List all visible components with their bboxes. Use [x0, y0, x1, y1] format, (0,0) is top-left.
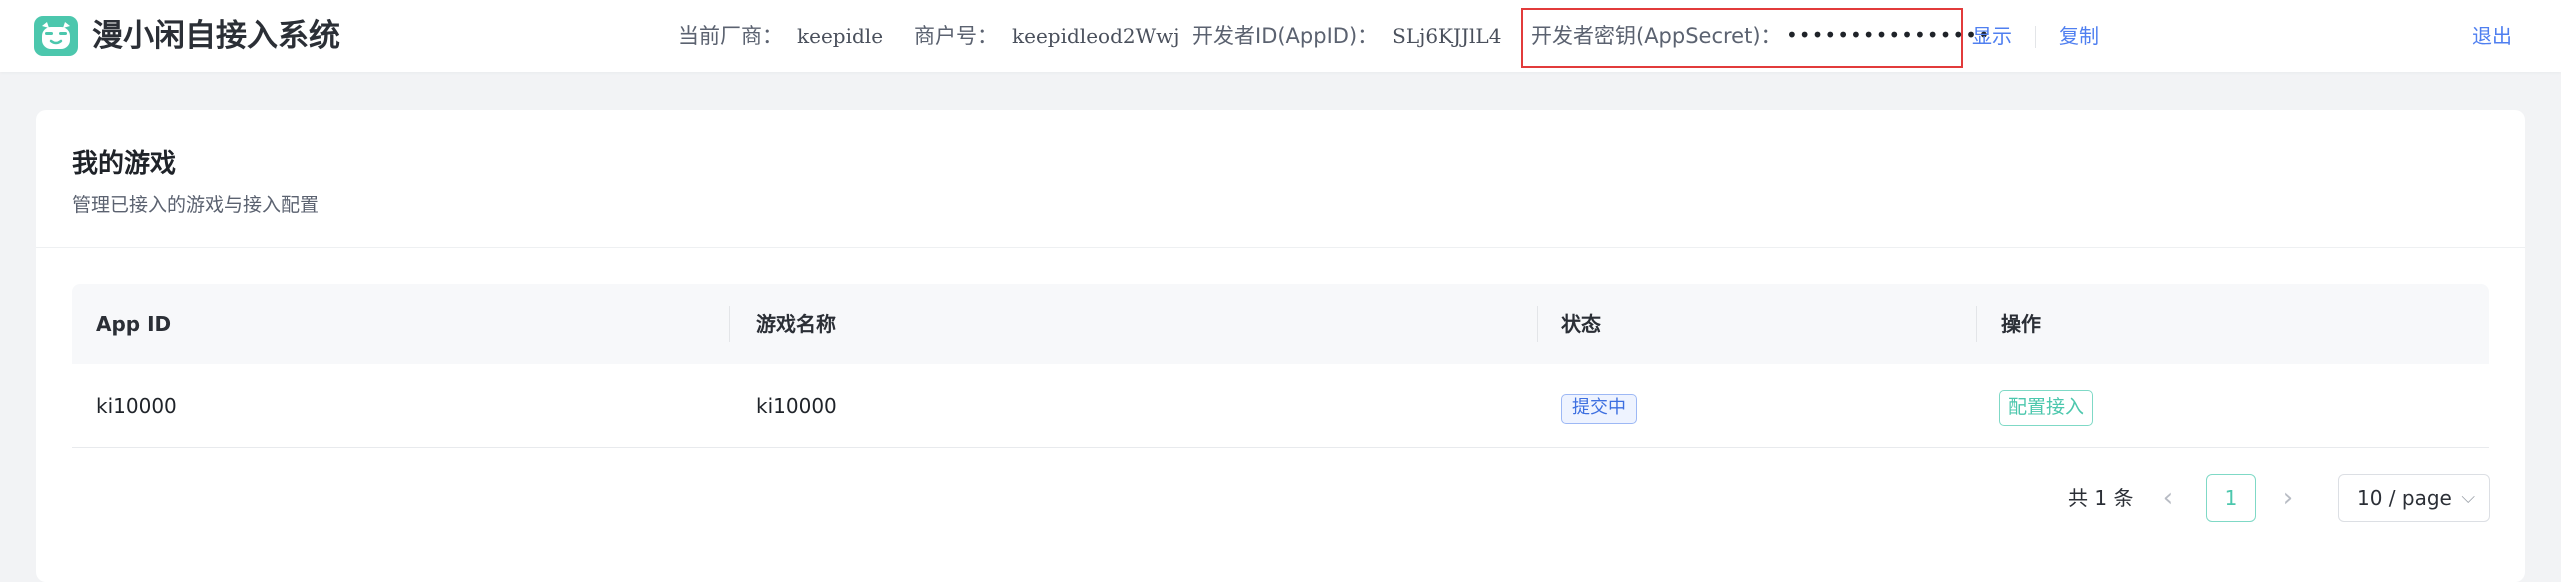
- app-title: 漫小闲自接入系统: [92, 18, 340, 54]
- merchant-info: 商户号： keepidleod2Wwj: [914, 18, 1179, 54]
- chevron-left-icon[interactable]: ‹: [2148, 478, 2188, 518]
- secret-label: 开发者密钥(AppSecret)：: [1531, 24, 1782, 48]
- merchant-value: keepidleod2Wwj: [1012, 24, 1180, 48]
- show-secret-button[interactable]: 显示: [1972, 18, 2012, 54]
- configure-access-button[interactable]: 配置接入: [1999, 390, 2094, 426]
- merchant-label: 商户号：: [914, 24, 998, 48]
- column-header-app-id: App ID: [96, 312, 172, 336]
- page-size-select[interactable]: 10 / page ⌵: [2338, 474, 2490, 522]
- chevron-down-icon: ⌵: [2461, 487, 2475, 508]
- vendor-value: keepidle: [797, 24, 884, 48]
- games-table: App ID 游戏名称 状态 操作 ki10000 ki10000 提交中 配置…: [72, 284, 2489, 448]
- column-header-game-name: 游戏名称: [756, 312, 836, 336]
- status-badge: 提交中: [1561, 394, 1637, 424]
- column-separator: [1537, 306, 1538, 342]
- secret-value: ••••••••••••••••: [1786, 23, 1991, 47]
- mascot-logo-icon: [34, 16, 78, 56]
- copy-secret-button[interactable]: 复制: [2059, 18, 2099, 54]
- vendor-info: 当前厂商： keepidle: [678, 18, 883, 54]
- vendor-label: 当前厂商：: [678, 24, 783, 48]
- cell-game-name: ki10000: [756, 394, 837, 418]
- column-header-status: 状态: [1561, 312, 1601, 336]
- appid-info: 开发者ID(AppID)： SLj6KJJlL4: [1192, 18, 1501, 54]
- column-separator: [1976, 306, 1977, 342]
- pagination-total: 共 1 条: [2068, 486, 2134, 510]
- appid-value: SLj6KJJlL4: [1392, 24, 1502, 48]
- logout-button[interactable]: 退出: [2472, 18, 2512, 54]
- page-title: 我的游戏: [72, 149, 177, 179]
- page-subtitle: 管理已接入的游戏与接入配置: [72, 194, 320, 216]
- page-size-value: 10 / page: [2357, 486, 2452, 510]
- table-row: ki10000 ki10000 提交中 配置接入: [72, 364, 2489, 448]
- cell-app-id: ki10000: [96, 394, 177, 418]
- column-separator: [729, 306, 730, 342]
- table-header: App ID 游戏名称 状态 操作: [72, 284, 2489, 364]
- pagination-page-current[interactable]: 1: [2206, 474, 2256, 522]
- top-header: 漫小闲自接入系统 当前厂商： keepidle 商户号： keepidleod2Ww…: [0, 0, 2561, 72]
- appid-label: 开发者ID(AppID)：: [1192, 24, 1379, 48]
- column-header-action: 操作: [2001, 312, 2041, 336]
- card-divider: [36, 247, 2525, 248]
- header-divider: [2035, 26, 2036, 48]
- chevron-right-icon[interactable]: ›: [2268, 478, 2308, 518]
